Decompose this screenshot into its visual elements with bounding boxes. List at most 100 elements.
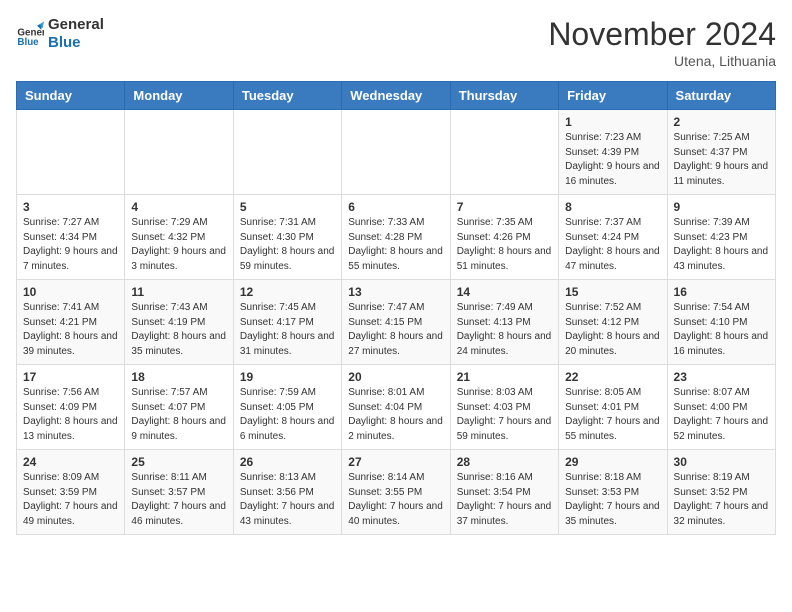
day-number: 30: [674, 455, 769, 469]
day-cell: 6 Sunrise: 7:33 AMSunset: 4:28 PMDaylight…: [342, 195, 450, 280]
day-info: Sunrise: 7:35 AMSunset: 4:26 PMDaylight:…: [457, 216, 552, 274]
day-number: 8: [565, 200, 660, 214]
day-number: 3: [23, 200, 118, 214]
day-cell: 10 Sunrise: 7:41 AMSunset: 4:21 PMDayligh…: [17, 280, 125, 365]
weekday-header-saturday: Saturday: [667, 82, 775, 110]
day-cell: 11 Sunrise: 7:43 AMSunset: 4:19 PMDayligh…: [125, 280, 233, 365]
day-info: Sunrise: 8:11 AMSunset: 3:57 PMDaylight:…: [131, 471, 226, 529]
day-number: 26: [240, 455, 335, 469]
weekday-header-sunday: Sunday: [17, 82, 125, 110]
day-number: 1: [565, 115, 660, 129]
day-number: 22: [565, 370, 660, 384]
day-number: 29: [565, 455, 660, 469]
day-number: 24: [23, 455, 118, 469]
day-number: 28: [457, 455, 552, 469]
month-title: November 2024: [548, 16, 776, 53]
day-number: 27: [348, 455, 443, 469]
day-cell: 2 Sunrise: 7:25 AMSunset: 4:37 PMDaylight…: [667, 110, 775, 195]
day-cell: 26 Sunrise: 8:13 AMSunset: 3:56 PMDayligh…: [233, 450, 341, 535]
day-cell: 24 Sunrise: 8:09 AMSunset: 3:59 PMDayligh…: [17, 450, 125, 535]
logo-icon: General Blue: [16, 20, 44, 48]
day-number: 5: [240, 200, 335, 214]
day-cell: [450, 110, 558, 195]
page-header: General Blue General Blue November 2024 …: [16, 16, 776, 69]
day-cell: 30Sunrise: 8:19 AMSunset: 3:52 PMDayligh…: [667, 450, 775, 535]
day-number: 9: [674, 200, 769, 214]
weekday-header-thursday: Thursday: [450, 82, 558, 110]
week-row-1: 1 Sunrise: 7:23 AMSunset: 4:39 PMDaylight…: [17, 110, 776, 195]
day-cell: [17, 110, 125, 195]
day-info: Sunrise: 7:31 AMSunset: 4:30 PMDaylight:…: [240, 216, 335, 274]
day-info: Sunrise: 7:29 AMSunset: 4:32 PMDaylight:…: [131, 216, 226, 274]
day-info: Sunrise: 7:25 AMSunset: 4:37 PMDaylight:…: [674, 131, 769, 189]
day-info: Sunrise: 7:52 AMSunset: 4:12 PMDaylight:…: [565, 301, 660, 359]
day-info: Sunrise: 8:16 AMSunset: 3:54 PMDaylight:…: [457, 471, 552, 529]
day-number: 4: [131, 200, 226, 214]
day-info: Sunrise: 7:49 AMSunset: 4:13 PMDaylight:…: [457, 301, 552, 359]
day-cell: 25 Sunrise: 8:11 AMSunset: 3:57 PMDayligh…: [125, 450, 233, 535]
day-info: Sunrise: 7:59 AMSunset: 4:05 PMDaylight:…: [240, 386, 335, 444]
day-info: Sunrise: 7:23 AMSunset: 4:39 PMDaylight:…: [565, 131, 660, 189]
day-cell: 28 Sunrise: 8:16 AMSunset: 3:54 PMDayligh…: [450, 450, 558, 535]
day-info: Sunrise: 7:57 AMSunset: 4:07 PMDaylight:…: [131, 386, 226, 444]
day-number: 25: [131, 455, 226, 469]
day-number: 10: [23, 285, 118, 299]
day-cell: 8 Sunrise: 7:37 AMSunset: 4:24 PMDaylight…: [559, 195, 667, 280]
calendar: SundayMondayTuesdayWednesdayThursdayFrid…: [16, 81, 776, 535]
weekday-header-tuesday: Tuesday: [233, 82, 341, 110]
day-cell: 20Sunrise: 8:01 AMSunset: 4:04 PMDayligh…: [342, 365, 450, 450]
day-cell: 3 Sunrise: 7:27 AMSunset: 4:34 PMDaylight…: [17, 195, 125, 280]
day-number: 14: [457, 285, 552, 299]
week-row-2: 3 Sunrise: 7:27 AMSunset: 4:34 PMDaylight…: [17, 195, 776, 280]
day-cell: 18Sunrise: 7:57 AMSunset: 4:07 PMDayligh…: [125, 365, 233, 450]
day-cell: 19 Sunrise: 7:59 AMSunset: 4:05 PMDayligh…: [233, 365, 341, 450]
title-block: November 2024 Utena, Lithuania: [548, 16, 776, 69]
day-cell: 27Sunrise: 8:14 AMSunset: 3:55 PMDayligh…: [342, 450, 450, 535]
day-info: Sunrise: 8:05 AMSunset: 4:01 PMDaylight:…: [565, 386, 660, 444]
day-cell: 21Sunrise: 8:03 AMSunset: 4:03 PMDayligh…: [450, 365, 558, 450]
day-info: Sunrise: 7:27 AMSunset: 4:34 PMDaylight:…: [23, 216, 118, 274]
day-info: Sunrise: 7:54 AMSunset: 4:10 PMDaylight:…: [674, 301, 769, 359]
day-info: Sunrise: 8:13 AMSunset: 3:56 PMDaylight:…: [240, 471, 335, 529]
day-info: Sunrise: 7:43 AMSunset: 4:19 PMDaylight:…: [131, 301, 226, 359]
location: Utena, Lithuania: [548, 53, 776, 69]
day-cell: 4 Sunrise: 7:29 AMSunset: 4:32 PMDaylight…: [125, 195, 233, 280]
day-number: 15: [565, 285, 660, 299]
day-cell: 23 Sunrise: 8:07 AMSunset: 4:00 PMDayligh…: [667, 365, 775, 450]
day-number: 21: [457, 370, 552, 384]
weekday-header-monday: Monday: [125, 82, 233, 110]
day-cell: 16 Sunrise: 7:54 AMSunset: 4:10 PMDayligh…: [667, 280, 775, 365]
day-number: 16: [674, 285, 769, 299]
day-cell: 17 Sunrise: 7:56 AMSunset: 4:09 PMDayligh…: [17, 365, 125, 450]
day-number: 6: [348, 200, 443, 214]
logo: General Blue General Blue: [16, 16, 104, 52]
day-cell: 29Sunrise: 8:18 AMSunset: 3:53 PMDayligh…: [559, 450, 667, 535]
day-cell: 9 Sunrise: 7:39 AMSunset: 4:23 PMDaylight…: [667, 195, 775, 280]
day-info: Sunrise: 8:07 AMSunset: 4:00 PMDaylight:…: [674, 386, 769, 444]
day-info: Sunrise: 7:41 AMSunset: 4:21 PMDaylight:…: [23, 301, 118, 359]
weekday-header-friday: Friday: [559, 82, 667, 110]
day-cell: 5 Sunrise: 7:31 AMSunset: 4:30 PMDaylight…: [233, 195, 341, 280]
logo-general: General: [48, 16, 104, 34]
logo-blue: Blue: [48, 34, 104, 52]
day-info: Sunrise: 8:09 AMSunset: 3:59 PMDaylight:…: [23, 471, 118, 529]
day-number: 23: [674, 370, 769, 384]
day-number: 11: [131, 285, 226, 299]
day-cell: 7Sunrise: 7:35 AMSunset: 4:26 PMDaylight…: [450, 195, 558, 280]
day-number: 12: [240, 285, 335, 299]
day-number: 2: [674, 115, 769, 129]
day-cell: 22 Sunrise: 8:05 AMSunset: 4:01 PMDayligh…: [559, 365, 667, 450]
day-info: Sunrise: 7:39 AMSunset: 4:23 PMDaylight:…: [674, 216, 769, 274]
day-info: Sunrise: 7:37 AMSunset: 4:24 PMDaylight:…: [565, 216, 660, 274]
day-cell: [233, 110, 341, 195]
day-info: Sunrise: 7:33 AMSunset: 4:28 PMDaylight:…: [348, 216, 443, 274]
day-number: 19: [240, 370, 335, 384]
day-cell: 14 Sunrise: 7:49 AMSunset: 4:13 PMDayligh…: [450, 280, 558, 365]
day-cell: [125, 110, 233, 195]
day-info: Sunrise: 7:56 AMSunset: 4:09 PMDaylight:…: [23, 386, 118, 444]
day-cell: 13Sunrise: 7:47 AMSunset: 4:15 PMDayligh…: [342, 280, 450, 365]
day-number: 13: [348, 285, 443, 299]
day-info: Sunrise: 7:45 AMSunset: 4:17 PMDaylight:…: [240, 301, 335, 359]
day-number: 20: [348, 370, 443, 384]
day-number: 17: [23, 370, 118, 384]
